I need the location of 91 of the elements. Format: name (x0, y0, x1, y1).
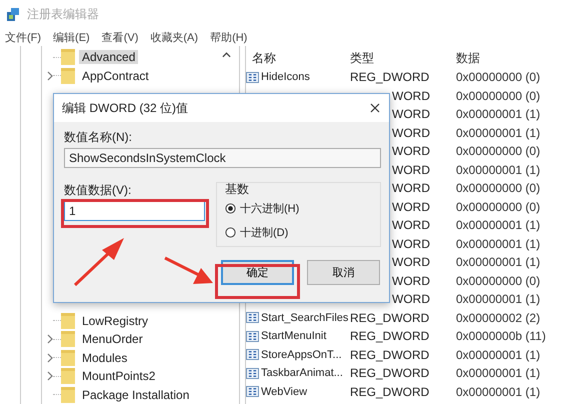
table-cell: 0x00000001 (1) (456, 107, 540, 122)
tree-item[interactable]: Advanced (79, 50, 138, 64)
table-cell-text: REG_DWORD (350, 70, 430, 84)
table-cell: StartMenuInit (261, 330, 326, 342)
menu-item[interactable]: 收藏夹(A) (150, 30, 198, 44)
table-cell: 0x00000000 (0) (456, 70, 540, 84)
scroll-up-icon[interactable] (222, 52, 231, 58)
binary-value-icon (246, 386, 259, 398)
table-cell-text: WORD (392, 274, 431, 288)
tree-item[interactable]: AppContract (79, 68, 152, 83)
table-cell-text: WORD (392, 236, 431, 251)
value-name-field[interactable]: ShowSecondsInSystemClock (64, 148, 381, 168)
menu-item[interactable]: 帮助(H) (210, 30, 248, 44)
binary-value-icon (246, 312, 259, 324)
table-cell-text: WORD (392, 292, 431, 306)
expand-chevron-icon[interactable] (47, 334, 53, 344)
table-cell: 0x00000001 (1) (456, 384, 540, 399)
folder-icon (61, 312, 75, 329)
folder-icon (61, 331, 75, 348)
column-header[interactable]: 名称 (246, 50, 350, 67)
app-icon (5, 6, 21, 22)
arrow-drawing (72, 236, 126, 288)
radio-button[interactable] (225, 226, 236, 238)
radio-option[interactable]: 十进制(D) (225, 221, 372, 243)
close-icon[interactable] (370, 103, 380, 113)
table-cell: 0x00000001 (1) (456, 236, 540, 251)
table-cell-text: REG_DWORD (350, 329, 430, 344)
binary-value-icon (246, 368, 259, 379)
table-cell: HideIcons (261, 71, 310, 84)
dialog-title: 编辑 DWORD (32 位)值 (62, 100, 188, 116)
value-data-field[interactable]: 1 (64, 201, 205, 221)
table-cell-text: WORD (392, 88, 431, 103)
table-cell: TaskbarAnimat... (261, 367, 343, 380)
binary-value-icon (246, 330, 259, 342)
table-cell-text: REG_DWORD (350, 384, 430, 399)
radio-option[interactable]: 十六进制(H) (225, 197, 372, 219)
field-label: 数值名称(N): (64, 129, 133, 145)
menu-item[interactable]: 文件(F) (5, 30, 42, 44)
tree-item[interactable]: LowRegistry (79, 314, 152, 328)
cancel-button[interactable]: 取消 (307, 260, 380, 285)
table-cell-text: WORD (392, 144, 431, 158)
folder-icon (61, 350, 75, 366)
folder-icon (61, 68, 75, 84)
folder-icon (61, 386, 75, 403)
expand-chevron-icon[interactable] (47, 371, 53, 382)
radio-button[interactable] (225, 202, 236, 214)
tree-item[interactable]: MenuOrder (79, 332, 146, 346)
tree-item[interactable]: Modules (79, 350, 130, 365)
table-cell: 0x00000001 (1) (456, 292, 540, 306)
table-cell-text: REG_DWORD (350, 366, 430, 380)
table-cell: 0x00000001 (1) (456, 162, 540, 177)
table-cell: 0x0000000b (11) (456, 329, 546, 344)
table-cell: 0x00000000 (0) (456, 88, 540, 103)
table-cell: 0x00000000 (0) (456, 200, 540, 214)
menu-item[interactable]: 编辑(E) (53, 30, 90, 44)
table-cell: 0x00000001 (1) (456, 126, 540, 140)
table-cell-text: WORD (392, 126, 431, 140)
table-cell-text: REG_DWORD (350, 310, 430, 325)
table-cell: WebView (261, 386, 308, 398)
group-label: 基数 (225, 181, 250, 195)
table-cell-text: WORD (392, 200, 431, 214)
table-cell-text: WORD (392, 107, 431, 122)
binary-value-icon (246, 72, 259, 83)
table-cell: Start_SearchFiles (261, 312, 348, 324)
table-cell-text: WORD (392, 255, 431, 270)
table-cell: 0x00000000 (0) (456, 274, 540, 288)
table-cell: 0x00000000 (0) (456, 144, 540, 158)
tree-item[interactable]: MountPoints2 (79, 369, 158, 384)
table-cell-text: WORD (392, 181, 431, 196)
tree-item[interactable]: Package Installation (79, 388, 192, 402)
arrow-drawing (163, 256, 215, 286)
table-cell: 0x00000001 (1) (456, 348, 540, 362)
table-cell-text: WORD (392, 162, 431, 177)
table-cell: 0x00000000 (0) (456, 181, 540, 196)
expand-chevron-icon[interactable] (47, 352, 53, 363)
table-cell: StoreAppsOnT... (261, 348, 342, 361)
table-cell: 0x00000001 (1) (456, 255, 540, 270)
menu-item[interactable]: 查看(V) (102, 30, 138, 44)
binary-value-icon (246, 349, 259, 360)
expand-chevron-icon[interactable] (47, 70, 53, 81)
table-cell: 0x00000001 (1) (456, 366, 540, 380)
window-title: 注册表编辑器 (27, 6, 99, 22)
column-header[interactable]: 数据 (456, 50, 480, 67)
table-cell: 0x00000001 (1) (456, 218, 540, 232)
table-cell-text: REG_DWORD (350, 348, 430, 362)
table-cell: 0x00000002 (2) (456, 310, 540, 325)
field-label: 数值数据(V): (64, 182, 132, 198)
column-header[interactable]: 类型 (350, 50, 456, 67)
table-cell-text: WORD (392, 218, 431, 232)
folder-icon (61, 368, 75, 384)
folder-icon (61, 49, 75, 66)
